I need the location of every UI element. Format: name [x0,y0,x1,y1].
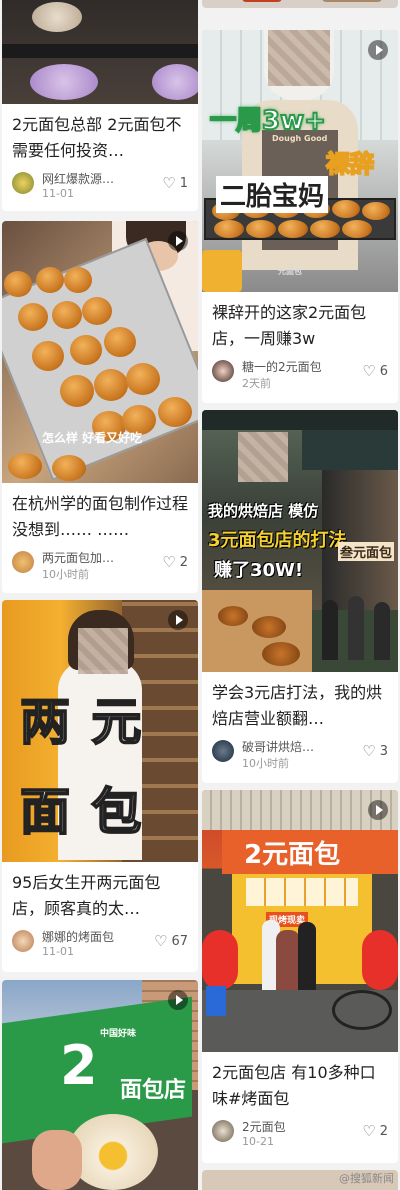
overlay-title-line1: 一周3w+ [209,105,327,137]
card-title[interactable]: 95后女生开两元面包店，顾客真的太… [2,862,198,922]
overlay-title-line1: 两 元 [19,692,144,752]
card-author[interactable]: 两元面包加… [42,549,142,566]
card-title[interactable]: 学会3元店打法，我的烘焙店营业额翻… [202,672,398,732]
card-author[interactable]: 糖一的2元面包 [242,358,342,375]
heart-icon: ♡ [154,932,168,950]
like-button[interactable]: ♡ 67 [154,932,188,950]
shop-sign: 叁元面包 [338,542,395,561]
card-thumbnail[interactable]: Dough Good 一周3w+ 裸辞 二胎宝妈 元面包 [202,30,398,292]
avatar[interactable] [12,172,34,194]
card-title[interactable]: 在杭州学的面包制作过程没想到…… …… [2,483,198,543]
card-thumbnail[interactable] [2,0,198,104]
overlay-title-line3: 二胎宝妈 [216,176,329,213]
sign-text: 面包店 [120,1078,187,1103]
shop-sign: 2元面包 [244,840,341,870]
overlay-title-line2: 裸辞 [325,149,375,179]
card-date: 10小时前 [42,568,89,581]
watermark: @搜狐新闻 [339,1172,394,1185]
card-title[interactable]: 2元面包总部 2元面包不需要任何投资… [2,104,198,164]
card-thumbnail[interactable]: 2元面包 现烤现卖 [202,790,398,1052]
feed-card[interactable] [202,0,398,8]
card-thumbnail[interactable]: 两 元 面 包 [2,600,198,862]
card-author[interactable]: 破哥讲烘焙… [242,738,342,755]
feed-card[interactable]: 2元面包总部 2元面包不需要任何投资… 网红爆款源… 11-01 ♡ 1 [2,0,198,211]
heart-icon: ♡ [362,1122,376,1140]
card-author[interactable]: 娜娜的烤面包 [42,928,142,945]
heart-icon: ♡ [362,742,376,760]
card-thumbnail[interactable]: 怎么样 好看又好吃 [2,221,198,483]
like-count: 2 [179,555,188,570]
play-icon [168,990,188,1010]
avatar[interactable] [212,360,234,382]
like-count: 3 [379,744,388,759]
like-button[interactable]: ♡ 2 [362,1122,388,1140]
play-icon [368,800,388,820]
overlay-title-line1: 我的烘焙店 模仿 [208,502,319,520]
feed-grid: 2元面包总部 2元面包不需要任何投资… 网红爆款源… 11-01 ♡ 1 怎么样… [0,0,400,1190]
feed-card[interactable]: 我的烘焙店 模仿 3元面包店的打法 赚了30W! 叁元面包 学会3元店打法，我的… [202,410,398,783]
like-button[interactable]: ♡ 2 [162,553,188,571]
card-thumbnail[interactable]: 我的烘焙店 模仿 3元面包店的打法 赚了30W! 叁元面包 [202,410,398,672]
card-meta: 破哥讲烘焙… 10小时前 ♡ 3 [212,736,388,772]
like-button[interactable]: ♡ 3 [362,742,388,760]
play-icon [168,231,188,251]
avatar[interactable] [12,930,34,952]
overlay-title-line2: 3元面包店的打法 [208,530,347,551]
avatar[interactable] [12,551,34,573]
card-date: 11-01 [42,945,74,958]
like-button[interactable]: ♡ 1 [162,174,188,192]
overlay-title-line3: 赚了30W! [214,560,304,581]
card-date: 10-21 [242,1135,274,1148]
play-icon [368,40,388,60]
card-thumbnail[interactable] [202,0,398,8]
card-meta: 2元面包 10-21 ♡ 2 [212,1116,388,1152]
card-small-text: 元面包 [278,267,302,276]
card-date: 10小时前 [242,757,289,770]
card-author[interactable]: 网红爆款源… [42,170,142,187]
feed-card[interactable]: 怎么样 好看又好吃 在杭州学的面包制作过程没想到…… …… 两元面包加… 10小… [2,221,198,593]
like-count: 67 [171,934,188,949]
like-count: 2 [379,1124,388,1139]
sign-small-text: 中国好味 [100,1029,137,1039]
feed-card[interactable]: Dough Good 一周3w+ 裸辞 二胎宝妈 元面包 裸辞开的这家2元面包店… [202,30,398,403]
like-count: 1 [179,176,188,191]
heart-icon: ♡ [162,553,176,571]
like-button[interactable]: ♡ 6 [362,362,388,380]
overlay-title-line2: 面 包 [19,782,144,842]
video-caption: 怎么样 好看又好吃 [42,431,143,445]
heart-icon: ♡ [362,362,376,380]
avatar[interactable] [212,1120,234,1142]
play-icon [168,610,188,630]
card-meta: 糖一的2元面包 2天前 ♡ 6 [212,356,388,392]
feed-card[interactable]: 中国好味 2 面包店 [2,980,198,1190]
card-meta: 娜娜的烤面包 11-01 ♡ 67 [12,926,188,962]
card-author[interactable]: 2元面包 [242,1118,342,1135]
card-title[interactable]: 2元面包店 有10多种口味#烤面包 [202,1052,398,1112]
card-title[interactable]: 裸辞开的这家2元面包店，一周赚3w [202,292,398,352]
card-date: 2天前 [242,377,271,390]
sign-digit: 2 [60,1034,98,1097]
card-meta: 网红爆款源… 11-01 ♡ 1 [12,168,188,204]
card-date: 11-01 [42,187,74,200]
like-count: 6 [379,364,388,379]
card-meta: 两元面包加… 10小时前 ♡ 2 [12,547,188,583]
heart-icon: ♡ [162,174,176,192]
feed-card[interactable]: 两 元 面 包 95后女生开两元面包店，顾客真的太… 娜娜的烤面包 11-01 … [2,600,198,972]
feed-card[interactable]: 2元面包 现烤现卖 2元面包店 有10多种口味#烤面包 2元面包 10-21 ♡ [202,790,398,1163]
avatar[interactable] [212,740,234,762]
card-thumbnail[interactable]: 中国好味 2 面包店 [2,980,198,1190]
